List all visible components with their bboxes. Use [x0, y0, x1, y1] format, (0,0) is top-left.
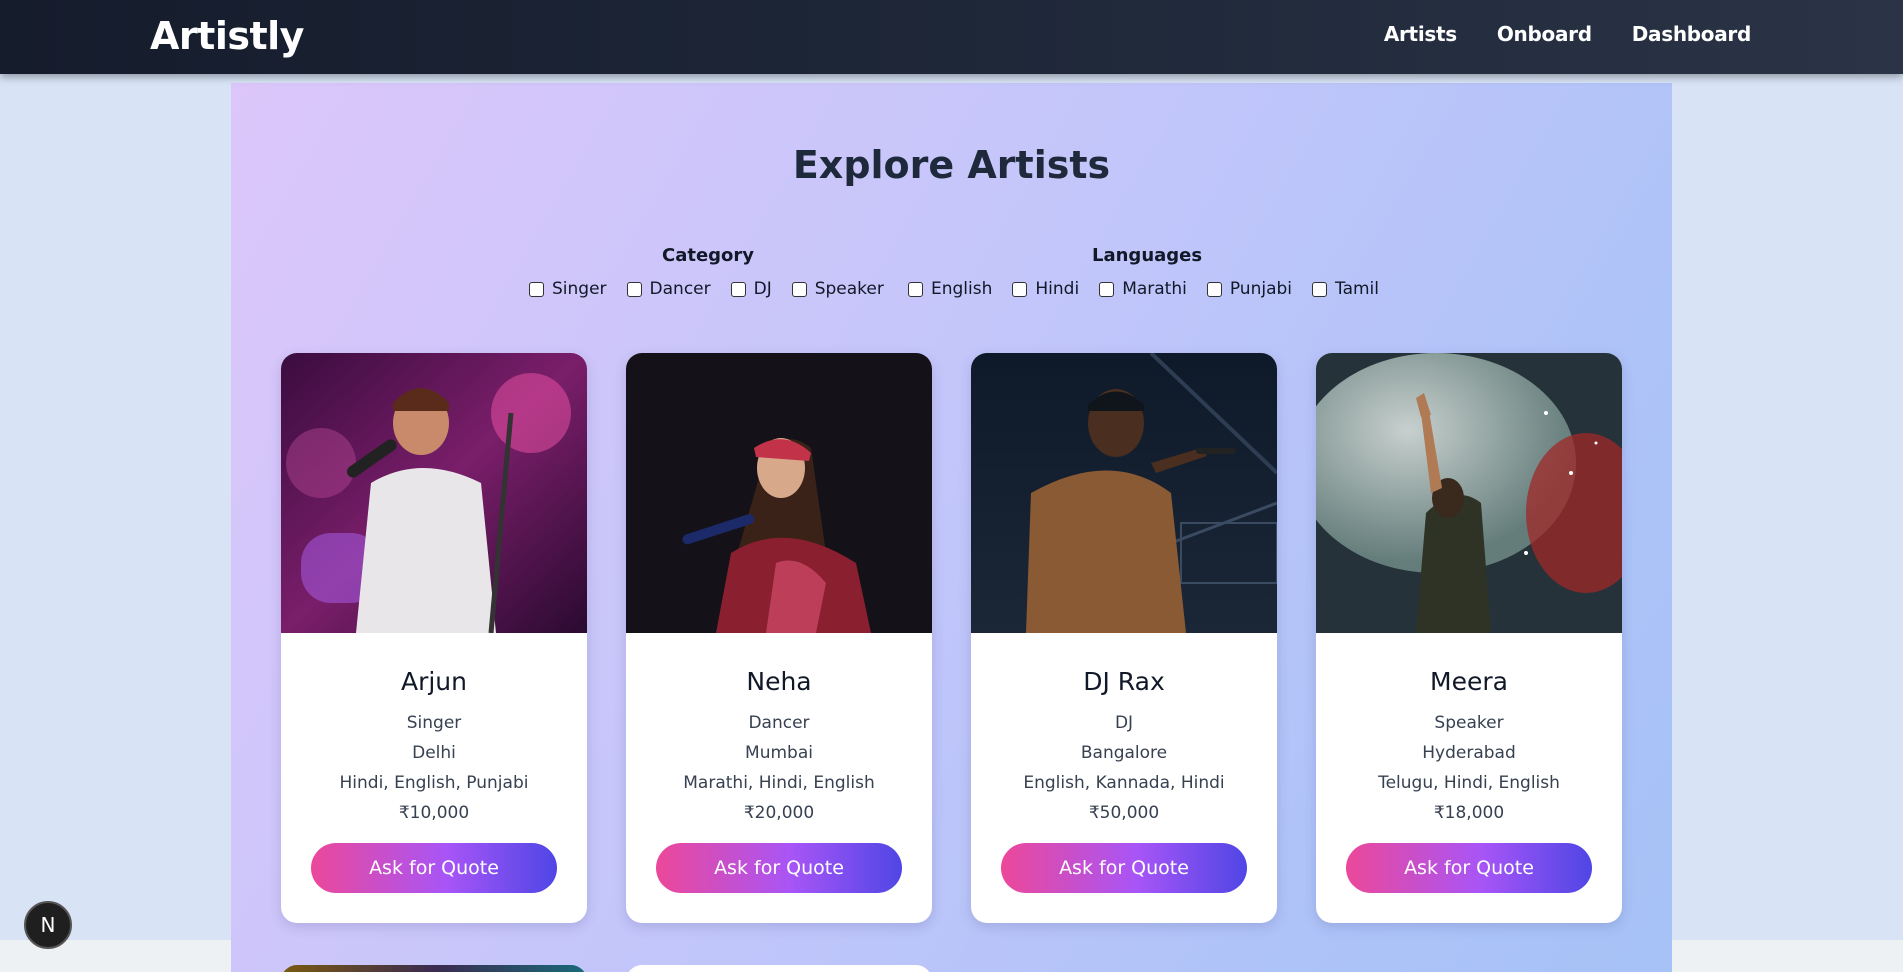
artist-photo: [1316, 353, 1622, 633]
filter-option-speaker[interactable]: Speaker: [791, 279, 884, 299]
languages-filter-label: Languages: [1092, 245, 1203, 266]
marathi-checkbox[interactable]: [1099, 281, 1115, 297]
speaker-checkbox[interactable]: [791, 281, 807, 297]
filter-option-punjabi[interactable]: Punjabi: [1206, 279, 1292, 299]
artist-name: DJ Rax: [1083, 667, 1165, 696]
dancer-checkbox[interactable]: [626, 281, 642, 297]
dj-checkbox[interactable]: [730, 281, 746, 297]
singer-checkbox[interactable]: [529, 281, 544, 297]
ask-for-quote-button[interactable]: Ask for Quote: [656, 843, 902, 893]
artist-card: Neha Dancer Mumbai Marathi, Hindi, Engli…: [626, 353, 932, 923]
category-filter-label: Category: [662, 245, 755, 266]
tamil-checkbox[interactable]: [1312, 281, 1327, 297]
page-title: Explore Artists: [792, 143, 1111, 187]
filter-option-hindi[interactable]: Hindi: [1012, 279, 1079, 299]
filter-option-dj[interactable]: DJ: [730, 279, 772, 299]
artist-languages: Marathi, Hindi, English: [683, 773, 875, 793]
artist-languages: English, Kannada, Hindi: [1023, 773, 1225, 793]
filter-option-english[interactable]: English: [908, 279, 992, 299]
ask-for-quote-button[interactable]: Ask for Quote: [311, 843, 557, 893]
artist-photo: [281, 353, 587, 633]
artist-name: Meera: [1430, 667, 1508, 696]
artist-category: Speaker: [1434, 713, 1504, 733]
artist-price: ₹20,000: [743, 803, 815, 823]
artist-price: ₹50,000: [1088, 803, 1160, 823]
artist-card: Meera Speaker Hyderabad Telugu, Hindi, E…: [1316, 353, 1622, 923]
english-checkbox[interactable]: [908, 281, 923, 297]
ask-for-quote-button[interactable]: Ask for Quote: [1001, 843, 1247, 893]
filter-option-dancer[interactable]: Dancer: [626, 279, 711, 299]
filter-option-tamil[interactable]: Tamil: [1312, 279, 1379, 299]
artist-card: Arjun Singer Delhi Hindi, English, Punja…: [281, 353, 587, 923]
filter-option-singer[interactable]: Singer: [529, 279, 607, 299]
artist-category: DJ: [1114, 713, 1134, 733]
artist-card: DJ Rax DJ Bangalore English, Kannada, Hi…: [971, 353, 1277, 923]
language-filter-options: English Hindi Marathi Punjabi Tamil: [908, 279, 1399, 299]
brand-logo[interactable]: Artistly: [150, 14, 304, 58]
artist-photo: [971, 353, 1277, 633]
nav-link-onboard[interactable]: Onboard: [1497, 22, 1592, 46]
artist-card-partial: [281, 965, 587, 972]
ask-for-quote-button[interactable]: Ask for Quote: [1346, 843, 1592, 893]
top-navbar: Artistly Artists Onboard Dashboard: [0, 0, 1903, 74]
category-filter-options: Singer Dancer DJ Speaker: [529, 279, 904, 299]
artist-price: ₹18,000: [1433, 803, 1505, 823]
artist-languages: Telugu, Hindi, English: [1378, 773, 1560, 793]
nav-link-artists[interactable]: Artists: [1384, 22, 1457, 46]
artists-main-panel: Explore Artists Category Languages Singe…: [231, 83, 1672, 972]
artist-location: Hyderabad: [1422, 743, 1516, 763]
artist-location: Delhi: [412, 743, 456, 763]
punjabi-checkbox[interactable]: [1206, 281, 1222, 297]
artist-name: Arjun: [400, 667, 467, 696]
artist-name: Neha: [746, 667, 812, 696]
nav-links: Artists Onboard Dashboard: [1384, 22, 1751, 46]
artist-price: ₹10,000: [398, 803, 470, 823]
hindi-checkbox[interactable]: [1012, 281, 1028, 297]
artist-category: Singer: [406, 713, 462, 733]
artist-languages: Hindi, English, Punjabi: [339, 773, 529, 793]
artist-location: Mumbai: [745, 743, 813, 763]
artist-location: Bangalore: [1080, 743, 1168, 763]
artist-category: Dancer: [748, 713, 810, 733]
artist-card-partial: [626, 965, 932, 972]
filter-option-marathi[interactable]: Marathi: [1099, 279, 1187, 299]
dev-tools-button[interactable]: N: [24, 901, 72, 949]
artist-photo: [626, 353, 932, 633]
nav-link-dashboard[interactable]: Dashboard: [1632, 22, 1752, 46]
